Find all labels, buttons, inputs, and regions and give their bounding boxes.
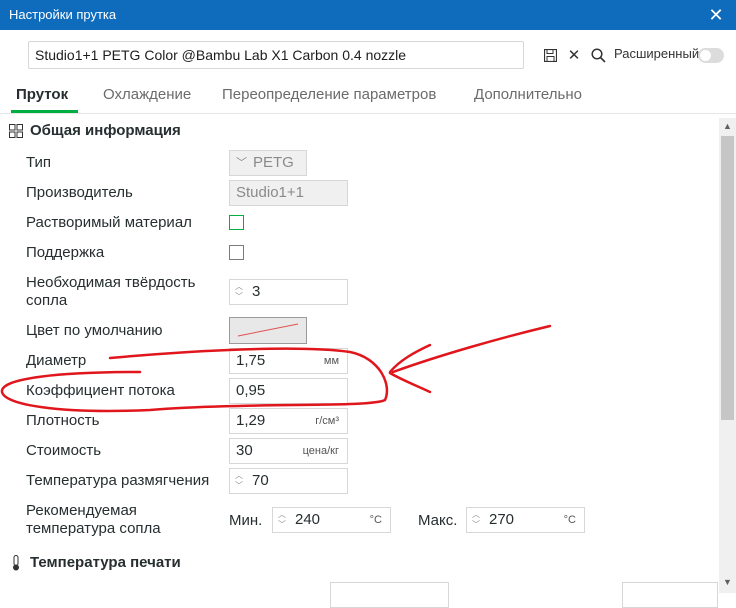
nozzle-temp-min-value: 240 [295, 511, 321, 528]
softening-temp-stepper[interactable]: ︿ ﹀ 70 [229, 468, 348, 494]
nozzle-temp-min-label: Мин. [229, 512, 263, 529]
tab-divider [0, 113, 736, 114]
soluble-checkbox[interactable] [229, 215, 244, 230]
diameter-unit: мм [323, 355, 339, 367]
chevron-down-icon: ﹀ [236, 157, 247, 169]
flow-ratio-label: Коэффициент потока [26, 382, 175, 399]
section-print-temp-header: Температура печати [8, 554, 181, 571]
tab-setting-overrides[interactable]: Переопределение параметров [222, 86, 436, 103]
nozzle-temp-max-value: 270 [489, 511, 515, 528]
diameter-label: Диаметр [26, 352, 87, 369]
nozzle-temp-max-unit: °C [563, 514, 576, 526]
close-icon[interactable]: ✕ [565, 45, 583, 65]
scroll-up-icon[interactable]: ▲ [719, 121, 736, 131]
density-label: Плотность [26, 412, 100, 429]
nozzle-temp-min-unit: °C [369, 514, 382, 526]
vendor-label: Производитель [26, 184, 133, 201]
density-input[interactable]: 1,29 г/см³ [229, 408, 348, 434]
nozzle-hardness-label: Необходимая твёрдость сопла [26, 274, 196, 310]
scrollbar-thumb[interactable] [721, 136, 734, 420]
spin-arrows-icon[interactable]: ︿ ﹀ [470, 510, 482, 530]
nozzle-hardness-value: 3 [252, 283, 261, 300]
support-checkbox[interactable] [229, 245, 244, 260]
cost-label: Стоимость [26, 442, 102, 459]
section-general-title: Общая информация [30, 122, 181, 139]
advanced-mode-label: Расширенный [614, 46, 700, 61]
cost-value: 30 [236, 442, 253, 459]
nozzle-temp-label-line1: Рекомендуемая [26, 502, 137, 519]
vendor-value: Studio1+1 [236, 184, 304, 201]
spin-arrows-icon[interactable]: ︿ ﹀ [233, 282, 245, 302]
nozzle-temp-max-label: Макс. [418, 512, 458, 529]
vendor-input[interactable]: Studio1+1 [229, 180, 348, 206]
support-label: Поддержка [26, 244, 105, 261]
density-value: 1,29 [236, 412, 266, 429]
partial-field-2[interactable] [622, 582, 718, 608]
nozzle-hardness-stepper[interactable]: ︿ ﹀ 3 [229, 279, 348, 305]
type-label: Тип [26, 154, 52, 171]
type-value: PETG [253, 154, 294, 171]
flow-ratio-value: 0,95 [236, 382, 266, 399]
vertical-scrollbar[interactable]: ▲ ▼ [719, 118, 736, 593]
spin-arrows-icon[interactable]: ︿ ﹀ [276, 510, 288, 530]
type-select[interactable]: ﹀ PETG [229, 150, 307, 176]
tab-filament[interactable]: Пруток [16, 86, 68, 103]
nozzle-temp-max-stepper[interactable]: ︿ ﹀ 270 °C [466, 507, 585, 533]
diameter-value: 1,75 [236, 352, 266, 369]
cost-unit: цена/кг [302, 445, 339, 457]
default-color-label: Цвет по умолчанию [26, 322, 163, 339]
density-unit: г/см³ [315, 415, 339, 427]
nozzle-temp-label: Рекомендуемая температура сопла [26, 502, 161, 538]
window-title: Настройки прутка [9, 7, 117, 22]
tab-cooling[interactable]: Охлаждение [103, 86, 191, 103]
default-color-swatch[interactable] [229, 317, 307, 344]
section-general-header: Общая информация [8, 122, 181, 139]
diameter-input[interactable]: 1,75 мм [229, 348, 348, 374]
search-icon[interactable] [589, 45, 607, 65]
scroll-down-icon[interactable]: ▼ [719, 577, 736, 587]
advanced-mode-toggle[interactable] [698, 48, 724, 63]
title-bar: Настройки прутка ✕ [0, 0, 736, 30]
softening-temp-label: Температура размягчения [26, 472, 210, 489]
nozzle-hardness-label-line2: сопла [26, 292, 68, 309]
thermometer-icon [8, 554, 24, 571]
nozzle-temp-label-line2: температура сопла [26, 520, 161, 537]
flow-ratio-input[interactable]: 0,95 [229, 378, 348, 404]
partial-field-1[interactable] [330, 582, 449, 608]
section-print-temp-title: Температура печати [30, 554, 181, 571]
cost-input[interactable]: 30 цена/кг [229, 438, 348, 464]
window-close-icon[interactable]: ✕ [696, 0, 736, 30]
grid-icon [8, 123, 24, 139]
save-icon[interactable] [541, 45, 559, 65]
spin-arrows-icon[interactable]: ︿ ﹀ [233, 471, 245, 491]
soluble-label: Растворимый материал [26, 214, 192, 231]
tab-advanced[interactable]: Дополнительно [474, 86, 582, 103]
nozzle-temp-min-stepper[interactable]: ︿ ﹀ 240 °C [272, 507, 391, 533]
preset-name-input[interactable]: Studio1+1 PETG Color @Bambu Lab X1 Carbo… [28, 41, 524, 69]
nozzle-hardness-label-line1: Необходимая твёрдость [26, 274, 196, 291]
softening-temp-value: 70 [252, 472, 269, 489]
